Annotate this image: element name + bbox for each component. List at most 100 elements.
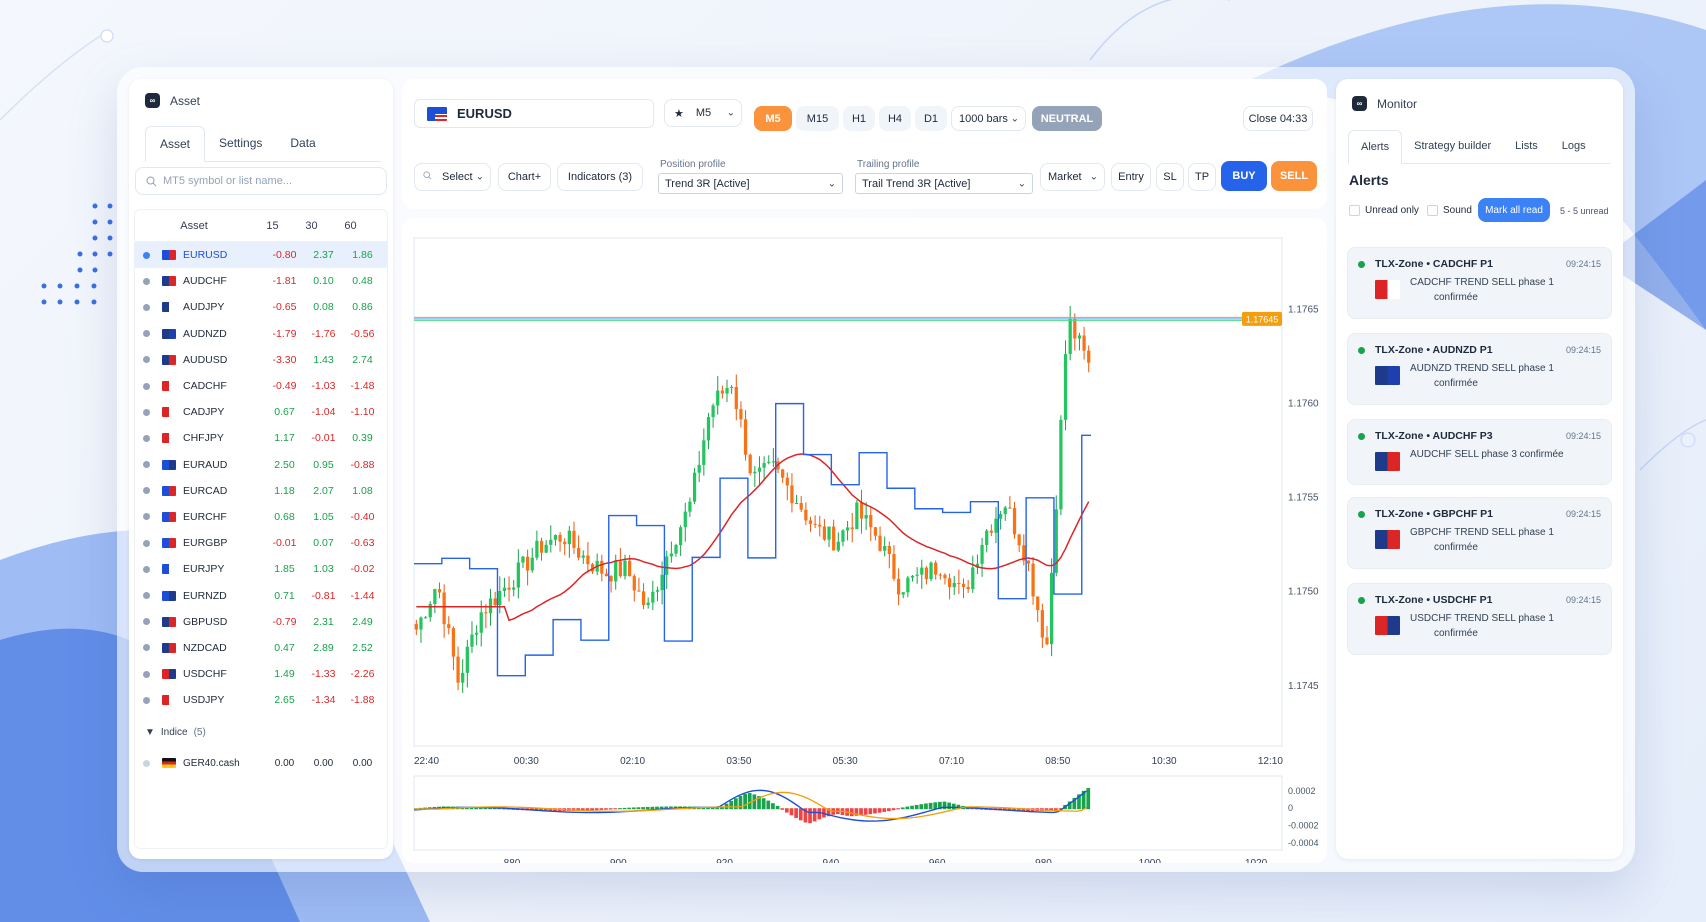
asset-change-value: -1.10: [350, 406, 375, 419]
row-status-dot: [143, 461, 150, 469]
plot-frame: [413, 237, 1283, 747]
table-row[interactable]: EURCAD 1.18 2.07 1.08: [135, 478, 387, 504]
candle-body: [1082, 335, 1086, 351]
tab-alerts[interactable]: Alerts: [1348, 130, 1403, 164]
alert-card[interactable]: TLX-Zone • GBPCHF P1 09:24:15 GBPCHF TREND…: [1347, 497, 1612, 569]
sound-toggle[interactable]: Sound: [1427, 205, 1472, 216]
macd-histogram-bar: [604, 808, 608, 810]
macd-histogram-bar: [631, 807, 636, 810]
candle-body: [799, 503, 803, 510]
tab-data[interactable]: Data: [276, 126, 329, 161]
candle-body: [915, 574, 919, 576]
macd-histogram-bar: [900, 807, 905, 810]
table-row[interactable]: USDJPY 2.65 -1.34 -1.88: [135, 687, 387, 713]
entry-button[interactable]: Entry: [1111, 163, 1151, 191]
tf-button-m15[interactable]: M15: [796, 106, 839, 131]
table-row[interactable]: AUDJPY -0.65 0.08 0.86: [135, 294, 387, 320]
alert-message-line2: confirmée: [1434, 292, 1478, 303]
sl-button[interactable]: SL: [1156, 163, 1184, 191]
table-row[interactable]: USDCHF 1.49 -1.33 -2.26: [135, 661, 387, 687]
trailing-profile-label: Trailing profile: [857, 159, 920, 170]
asset-panel-header: ∞ Asset: [145, 93, 200, 108]
alert-time: 09:24:15: [1565, 431, 1601, 441]
symbol-selector[interactable]: EURUSD: [414, 99, 654, 128]
macd-histogram-bar: [780, 808, 785, 810]
macd-histogram-bar: [877, 808, 882, 813]
bars-select[interactable]: 1000 bars ⌄: [951, 106, 1026, 131]
tab-settings[interactable]: Settings: [205, 126, 276, 161]
candle-body: [920, 567, 924, 575]
tab-logs[interactable]: Logs: [1550, 130, 1598, 163]
table-row[interactable]: CADCHF -0.49 -1.03 -1.48: [135, 373, 387, 399]
tf-button-d1[interactable]: D1: [915, 106, 947, 131]
alert-card[interactable]: TLX-Zone • AUDCHF P3 09:24:15 AUDCHF SELL …: [1347, 419, 1612, 485]
x-tick-label: 08:50: [1045, 756, 1070, 767]
select-dropdown[interactable]: Select ⌄: [414, 163, 491, 191]
tab-strategy-builder[interactable]: Strategy builder: [1402, 130, 1503, 163]
macd-chart[interactable]: 0.0002 0 -0.0002 -0.0004 880 900 920 940 960 980 1…: [402, 773, 1327, 863]
candle-body: [1063, 354, 1068, 420]
table-row[interactable]: EURCHF 0.68 1.05 -0.40: [135, 504, 387, 530]
buy-button[interactable]: BUY: [1221, 161, 1267, 191]
order-type-select[interactable]: Market ⌄: [1040, 163, 1105, 191]
table-row[interactable]: GER40.cash 0.00 0.00 0.00: [135, 751, 387, 775]
alert-card[interactable]: TLX-Zone • AUDNZD P1 09:24:15 AUDNZD TREND…: [1347, 333, 1612, 405]
symbol-search[interactable]: MT5 symbol or list name...: [135, 167, 387, 195]
alert-title: TLX-Zone • USDCHF P1: [1375, 594, 1493, 606]
table-row[interactable]: NZDCAD 0.47 2.89 2.52: [135, 635, 387, 661]
tab-asset[interactable]: Asset: [145, 126, 206, 162]
tp-button[interactable]: TP: [1188, 163, 1216, 191]
currency-flag-icon: [162, 616, 176, 627]
currency-flag-icon: [162, 381, 176, 392]
price-chart[interactable]: 1.1765 1.1760 1.1755 1.1750 1.1745 22:40 00:30…: [402, 218, 1327, 773]
table-row[interactable]: EURGBP -0.01 0.07 -0.63: [135, 530, 387, 556]
timeframe-favorite-select[interactable]: ★ M5 ⌄: [664, 99, 742, 127]
alert-card[interactable]: TLX-Zone • CADCHF P1 09:24:15 CADCHF TREND…: [1347, 247, 1612, 319]
table-row[interactable]: AUDCHF -1.81 0.10 0.48: [135, 268, 387, 294]
table-row[interactable]: AUDUSD -3.30 1.43 2.74: [135, 347, 387, 373]
alert-message: GBPCHF TREND SELL phase 1: [1410, 527, 1554, 538]
table-row[interactable]: CHFJPY 1.17 -0.01 0.39: [135, 425, 387, 451]
mark-all-read-button[interactable]: Mark all read: [1478, 198, 1550, 222]
table-row[interactable]: GBPUSD -0.79 2.31 2.49: [135, 609, 387, 635]
candle-body: [753, 471, 757, 474]
macd-y-tick: 0.0002: [1288, 786, 1316, 796]
tab-lists[interactable]: Lists: [1503, 130, 1550, 163]
app-logo-icon: ∞: [1352, 96, 1367, 111]
alert-card[interactable]: TLX-Zone • USDCHF P1 09:24:15 USDCHF TREND…: [1347, 583, 1612, 655]
candle-body: [924, 567, 929, 580]
candle-body: [1045, 637, 1049, 645]
trailing-profile-select[interactable]: Trail Trend 3R [Active] ⌄: [855, 173, 1033, 194]
asset-change-value: 1.43: [313, 353, 334, 366]
row-status-dot: [143, 303, 150, 311]
table-row[interactable]: EURUSD -0.80 2.37 1.86: [135, 242, 387, 269]
sell-button[interactable]: SELL: [1271, 161, 1317, 191]
table-row[interactable]: EURNZD 0.71 -0.81 -1.44: [135, 582, 387, 608]
position-profile-select[interactable]: Trend 3R [Active] ⌄: [658, 173, 843, 194]
table-row[interactable]: EURAUD 2.50 0.95 -0.88: [135, 452, 387, 478]
macd-histogram-bar: [794, 808, 798, 818]
candle-body: [994, 518, 998, 533]
candle-body: [437, 589, 442, 593]
macd-histogram-bar: [743, 793, 747, 810]
chart-plus-button[interactable]: Chart+: [498, 163, 551, 191]
symbol-name: EURUSD: [457, 106, 512, 121]
tf-button-h4[interactable]: H4: [879, 106, 911, 131]
alert-time: 09:24:15: [1565, 345, 1601, 355]
asset-change-value: -3.30: [272, 353, 297, 366]
indicators-button[interactable]: Indicators (3): [557, 163, 643, 191]
candle-body: [957, 582, 961, 584]
table-row[interactable]: CADJPY 0.67 -1.04 -1.10: [135, 399, 387, 425]
tf-button-m5[interactable]: M5: [754, 106, 792, 131]
alert-time: 09:24:15: [1565, 509, 1601, 519]
tf-button-h1[interactable]: H1: [843, 106, 875, 131]
unread-only-toggle[interactable]: Unread only: [1349, 205, 1419, 216]
candle-body: [934, 562, 938, 575]
candle-body: [822, 526, 827, 540]
group-indice[interactable]: ▼ Indice (5): [135, 713, 387, 751]
candle-body: [906, 577, 910, 593]
candle-body: [785, 477, 789, 486]
table-row[interactable]: AUDNZD -1.79 -1.76 -0.56: [135, 321, 387, 347]
candle-body: [947, 578, 952, 588]
table-row[interactable]: EURJPY 1.85 1.03 -0.02: [135, 556, 387, 582]
